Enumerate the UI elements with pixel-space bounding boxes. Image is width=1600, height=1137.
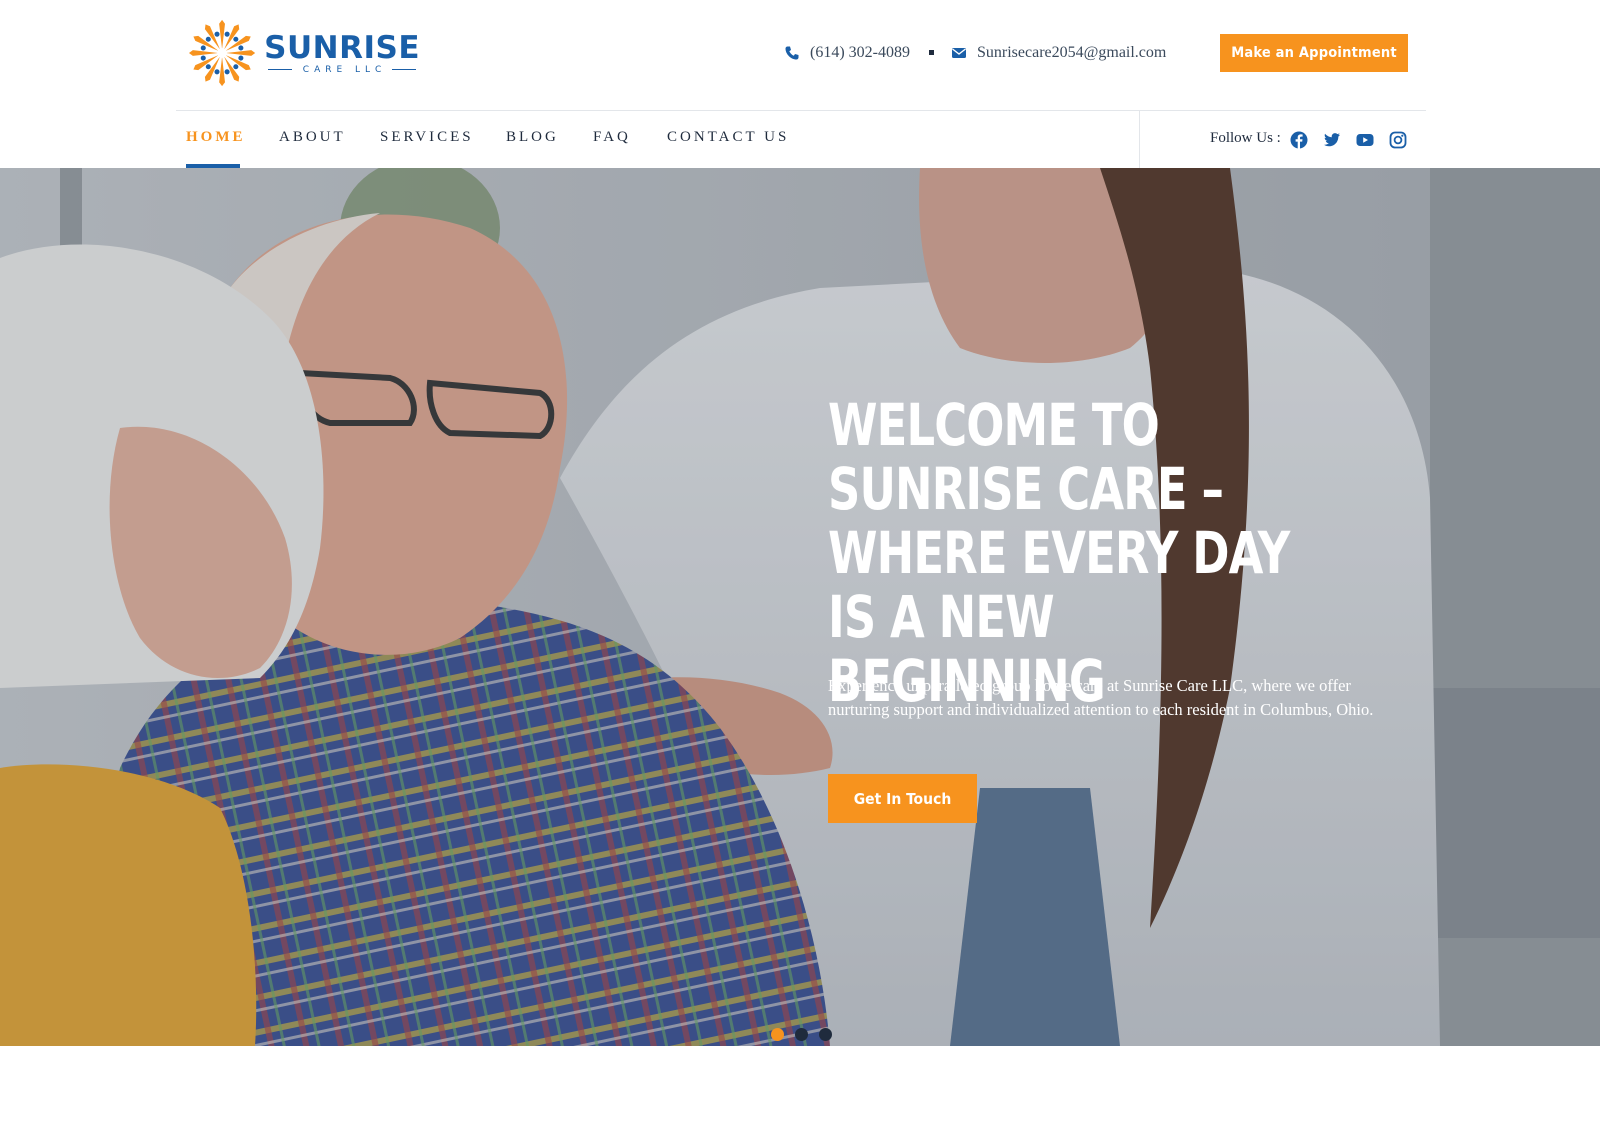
nav-item-home[interactable]: HOME bbox=[186, 129, 246, 146]
hero-description: Experience unparalleled group home care … bbox=[828, 676, 1374, 719]
phone-icon bbox=[785, 46, 799, 60]
logo[interactable]: SUNRISE CARE LLC bbox=[188, 16, 420, 90]
phone-number: (614) 302-4089 bbox=[810, 44, 910, 61]
twitter-icon[interactable] bbox=[1323, 131, 1341, 149]
sunburst-logo-icon bbox=[188, 19, 256, 87]
facebook-icon[interactable] bbox=[1290, 131, 1308, 149]
slide-dot-3[interactable] bbox=[819, 1028, 832, 1041]
header-top: SUNRISE CARE LLC (614) 302-4089 Sunrisec… bbox=[0, 0, 1600, 110]
nav-item-faq[interactable]: FAQ bbox=[593, 129, 631, 146]
envelope-icon bbox=[952, 48, 966, 58]
nav-item-blog[interactable]: BLOG bbox=[506, 129, 559, 146]
header-email[interactable]: Sunrisecare2054@gmail.com bbox=[951, 40, 1166, 66]
contact-separator bbox=[929, 50, 934, 55]
header-phone[interactable]: (614) 302-4089 bbox=[784, 40, 910, 66]
brand-name: SUNRISE bbox=[264, 29, 420, 66]
instagram-icon[interactable] bbox=[1389, 131, 1407, 149]
follow-us-label: Follow Us : bbox=[1210, 130, 1281, 146]
brand-subtitle: CARE LLC bbox=[302, 64, 387, 75]
brand-subtitle-row: CARE LLC bbox=[268, 64, 417, 75]
make-appointment-button[interactable]: Make an Appointment bbox=[1220, 34, 1408, 72]
nav-item-about[interactable]: ABOUT bbox=[279, 129, 346, 146]
slide-dot-1[interactable] bbox=[771, 1028, 784, 1041]
main-nav: HOME ABOUT SERVICES BLOG FAQ CONTACT US … bbox=[0, 111, 1600, 168]
hero-title: WELCOME TO SUNRISE CARE – WHERE EVERY DA… bbox=[828, 391, 1290, 715]
divider bbox=[268, 68, 292, 71]
slider-pagination bbox=[771, 1028, 843, 1042]
hero-slider: WELCOME TO SUNRISE CARE – WHERE EVERY DA… bbox=[0, 168, 1600, 1046]
divider bbox=[392, 68, 417, 71]
get-in-touch-button[interactable]: Get In Touch bbox=[828, 774, 977, 823]
nav-item-contact-us[interactable]: CONTACT US bbox=[667, 129, 789, 146]
nav-divider bbox=[1139, 111, 1140, 168]
logo-wordmark: SUNRISE CARE LLC bbox=[264, 32, 420, 75]
email-address: Sunrisecare2054@gmail.com bbox=[977, 44, 1167, 61]
slide-dot-2[interactable] bbox=[795, 1028, 808, 1041]
hero-overlay bbox=[0, 168, 1600, 1046]
youtube-icon[interactable] bbox=[1356, 131, 1374, 149]
nav-item-services[interactable]: SERVICES bbox=[380, 129, 474, 146]
